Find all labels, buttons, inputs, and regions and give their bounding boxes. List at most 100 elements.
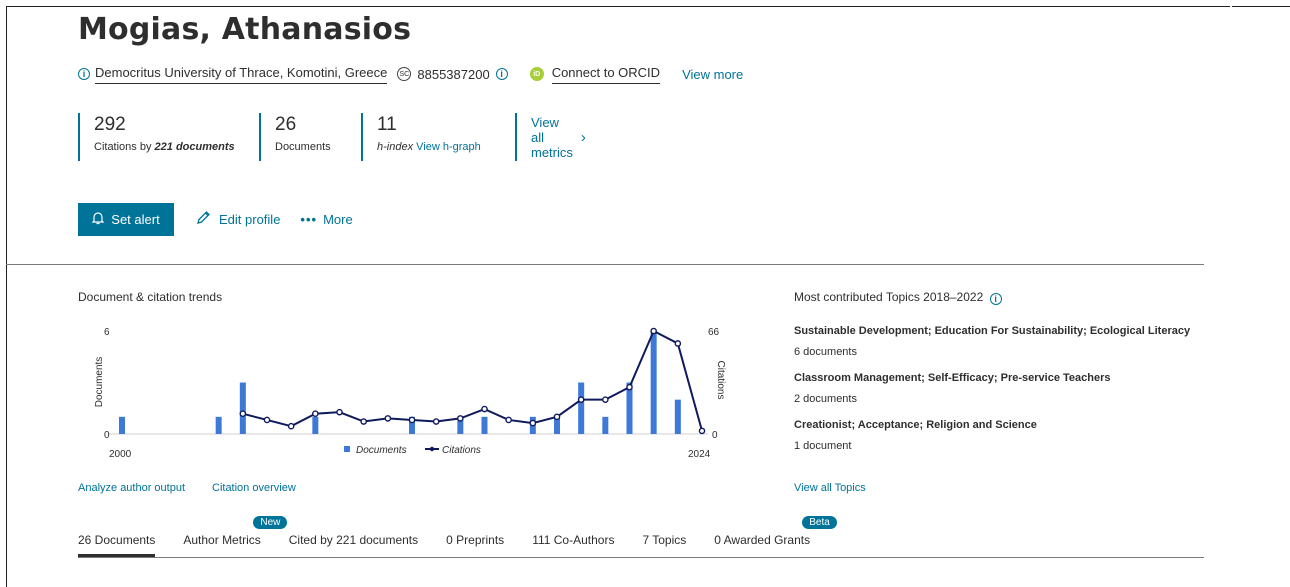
edit-profile-button[interactable]: Edit profile [196,210,280,229]
chart-left-tick-label: 6 [104,327,110,338]
topic-item: Creationist; Acceptance; Religion and Sc… [794,419,1214,452]
chart-point-citations [239,410,247,418]
chart-point-citations [650,327,657,335]
chart-left-tick-label: 0 [104,430,110,441]
frame-edge [1232,6,1290,7]
chart-bar-documents [312,416,319,434]
tab-topics[interactable]: 7 Topics [642,533,686,557]
chart-bar-documents [481,416,488,434]
citation-overview-link[interactable]: Citation overview [212,482,296,494]
view-hgraph-link[interactable]: View h-graph [416,141,481,153]
chart-bar-documents [650,331,657,434]
view-more-link[interactable]: View more [682,67,743,82]
hindex-label: h-index View h-graph [377,141,481,153]
metric-hindex: 11 h-index View h-graph [361,113,481,161]
connect-orcid-link[interactable]: Connect to ORCID [551,65,661,84]
orcid-icon: iD [529,67,544,81]
affiliation-link[interactable]: Democritus University of Thrace, Komotin… [95,65,388,84]
more-button[interactable]: ••• More [300,212,352,227]
legend-citations-label: Citations [442,445,481,456]
chart-point-citations [577,396,585,403]
chevron-right-icon: › [580,128,586,146]
actions-row: Set alert Edit profile ••• More [78,203,353,236]
chart-point-citations [481,405,488,413]
chart-point-citations [408,416,416,424]
chart-right-tick-label: 0 [712,430,718,441]
chart-point-citations [602,396,609,403]
section-divider [6,264,1204,265]
topic-title[interactable]: Classroom Management; Self-Efficacy; Pre… [794,372,1214,384]
topics-title: Most contributed Topics 2018–2022 i [794,290,1002,305]
info-icon[interactable]: i [78,68,90,80]
chart-bar-documents [674,399,681,434]
tab-author-metrics[interactable]: Author Metrics New [183,516,288,557]
chart-x-label: 2000 [109,449,132,460]
scopus-id-info-icon[interactable]: i [495,68,508,80]
legend-documents-label: Documents [356,445,407,456]
beta-badge: Beta [802,516,837,529]
topic-count: 1 document [794,440,852,452]
legend-citations-dot [429,446,435,452]
set-alert-button[interactable]: Set alert [78,203,174,236]
topic-count: 2 documents [794,393,857,405]
chart-bar-documents [602,416,609,434]
view-all-topics-link[interactable]: View all Topics [794,482,866,494]
citations-count: 292 [94,114,126,135]
chart-bar-documents [119,416,125,434]
citations-label: Citations by 221 documents [94,141,235,153]
chart-ylabel-left: Documents [94,357,105,408]
chart-point-citations [432,418,440,425]
chart-point-citations [287,422,295,430]
tab-co-authors[interactable]: 111 Co-Authors [532,533,614,557]
analyze-author-output-link[interactable]: Analyze author output [78,482,185,494]
tab-documents[interactable]: 26 Documents [78,533,156,557]
profile-tabs: 26 Documents Author Metrics New Cited by… [78,516,838,557]
chart-line-citations [242,329,703,432]
tab-awarded-grants[interactable]: 0 Awarded Grants Beta [714,516,837,557]
chart-point-citations [312,410,319,418]
tab-preprints[interactable]: 0 Preprints [446,533,504,557]
scopus-id-icon: SC [397,67,412,81]
chart-point-citations [553,413,561,421]
pencil-icon [196,210,211,229]
legend-documents-swatch [344,446,350,452]
chart-point-citations [263,416,271,424]
chart-bar-documents [239,382,246,434]
document-citation-chart: 6 0 Documents 66 0 Citations 2000 2024 Documents… [94,327,726,460]
topic-item: Sustainable Development; Education For S… [794,325,1214,358]
bell-icon [91,211,105,228]
metric-citations: 292 Citations by 221 documents [78,113,235,161]
chart-bar-documents [578,382,585,434]
scopus-id: 8855387200 [417,66,490,82]
chart-point-citations [336,408,343,416]
topic-title[interactable]: Creationist; Acceptance; Religion and Sc… [794,419,1214,431]
view-all-metrics-link[interactable]: View all metrics › [515,113,586,161]
topic-item: Classroom Management; Self-Efficacy; Pre… [794,372,1214,405]
documents-label: Documents [275,141,331,153]
tab-cited-by[interactable]: Cited by 221 documents [289,533,418,557]
topics-list: Sustainable Development; Education For S… [794,325,1214,466]
chart-point-citations [626,383,633,391]
chart-x-label: 2024 [688,449,711,460]
topics-info-icon[interactable]: i [989,293,1002,305]
author-name: Mogias, Athanasios [78,12,412,47]
chart-point-citations [384,415,392,422]
documents-count: 26 [275,114,297,135]
more-dots-icon: ••• [300,212,318,227]
chart-ylabel-right: Citations [715,361,726,400]
topic-count: 6 documents [794,346,857,358]
chart-point-citations [457,415,464,422]
author-info-row: i Democritus University of Thrace, Komot… [78,63,743,85]
hindex-value: 11 [377,114,397,135]
new-badge: New [253,516,288,529]
chart-point-citations [674,340,682,347]
chart-point-citations [698,427,706,435]
topic-title[interactable]: Sustainable Development; Education For S… [794,325,1214,337]
tabs-divider [78,557,1204,558]
chart-point-citations [529,419,537,427]
trends-title: Document & citation trends [78,290,223,304]
chart-point-citations [360,418,367,425]
chart-point-citations [505,416,512,424]
chart-right-tick-label: 66 [708,327,720,338]
chart-bar-documents [215,416,222,434]
